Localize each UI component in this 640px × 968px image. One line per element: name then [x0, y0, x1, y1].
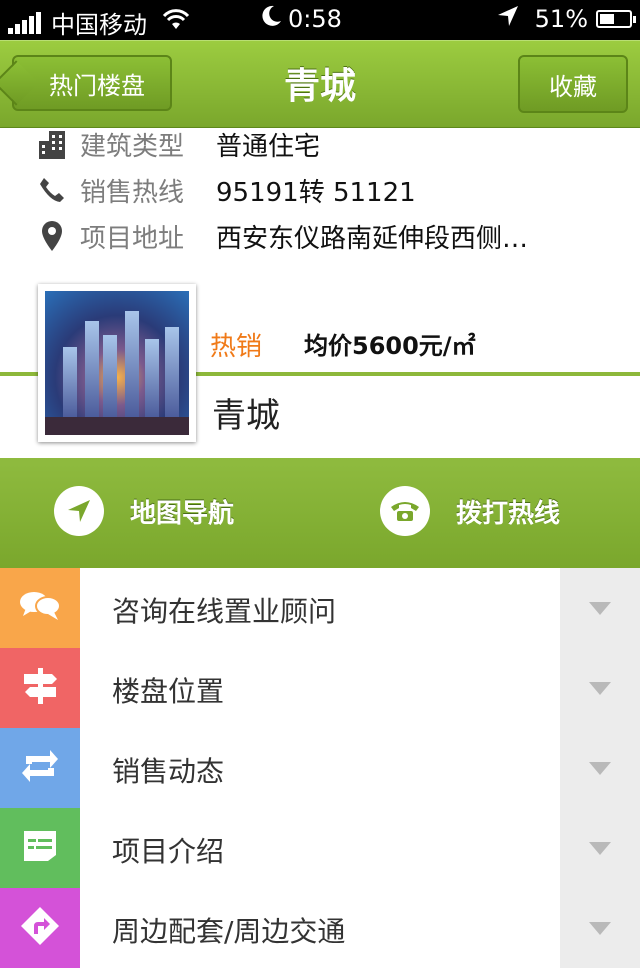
- info-label: 项目地址: [80, 223, 185, 254]
- carrier-name: 中国移动: [51, 11, 147, 39]
- location-pin-icon: [36, 220, 68, 252]
- menu-icon-tile: [0, 648, 80, 728]
- favorite-button[interactable]: 收藏: [518, 55, 628, 113]
- expand-toggle[interactable]: [560, 648, 640, 728]
- property-info-card: 建筑类型 普通住宅 销售热线 95191转 51121 项目地址 西安东仪路南延…: [0, 128, 640, 458]
- back-button[interactable]: 热门楼盘: [12, 55, 172, 111]
- menu-item-label: 咨询在线置业顾问: [112, 595, 337, 628]
- wifi-icon: [161, 8, 191, 37]
- direction-turn-icon: [20, 906, 60, 950]
- moon-icon: [262, 5, 282, 33]
- battery-icon: [596, 10, 636, 28]
- average-price: 均价5600元/㎡: [304, 332, 476, 360]
- status-right: 51%: [497, 5, 636, 33]
- phone-icon: [36, 174, 68, 206]
- chevron-down-icon: [589, 681, 611, 695]
- menu-item-location[interactable]: 楼盘位置: [0, 648, 640, 728]
- menu-icon-tile: [0, 888, 80, 968]
- menu-item-label: 楼盘位置: [112, 675, 225, 708]
- menu-icon-tile: [0, 808, 80, 888]
- document-card-icon: [20, 829, 60, 867]
- expand-toggle[interactable]: [560, 568, 640, 648]
- menu-item-label: 项目介绍: [112, 835, 225, 868]
- signal-strength-icon: [8, 11, 43, 34]
- detail-menu: 咨询在线置业顾问 楼盘位置 销售动态 项目介绍 周边配套/周边交通: [0, 568, 640, 968]
- map-navigation-button[interactable]: 地图导航: [54, 486, 234, 536]
- project-thumbnail[interactable]: [38, 284, 196, 442]
- call-hotline-button[interactable]: 拨打热线: [380, 486, 560, 536]
- expand-toggle[interactable]: [560, 728, 640, 808]
- telephone-icon: [380, 486, 430, 536]
- chevron-down-icon: [589, 841, 611, 855]
- project-name: 青城: [212, 396, 280, 436]
- info-value: 95191转 51121: [216, 177, 416, 208]
- map-navigation-label: 地图导航: [130, 498, 235, 529]
- chevron-down-icon: [589, 921, 611, 935]
- menu-item-consult-advisor[interactable]: 咨询在线置业顾问: [0, 568, 640, 648]
- call-hotline-label: 拨打热线: [456, 498, 561, 529]
- expand-toggle[interactable]: [560, 808, 640, 888]
- back-button-label: 热门楼盘: [49, 71, 145, 100]
- sales-status-badge: 热销: [210, 332, 263, 362]
- signpost-icon: [20, 666, 60, 710]
- status-center: 0:58: [262, 5, 342, 33]
- clock: 0:58: [288, 5, 342, 33]
- building-icon: [36, 128, 68, 160]
- menu-item-label: 周边配套/周边交通: [112, 915, 346, 948]
- chevron-down-icon: [589, 761, 611, 775]
- chat-bubbles-icon: [18, 588, 62, 628]
- info-value: 西安东仪路南延伸段西侧…: [216, 223, 529, 254]
- info-label: 建筑类型: [80, 131, 185, 162]
- menu-icon-tile: [0, 568, 80, 648]
- menu-icon-tile: [0, 728, 80, 808]
- action-bar: 地图导航 拨打热线: [0, 458, 640, 568]
- status-left: 中国移动: [8, 5, 191, 40]
- battery-fill: [600, 14, 614, 24]
- page-title: 青城: [283, 66, 356, 107]
- info-row-sales-hotline[interactable]: 销售热线 95191转 51121: [36, 170, 416, 210]
- menu-item-surroundings[interactable]: 周边配套/周边交通: [0, 888, 640, 968]
- favorite-button-label: 收藏: [549, 72, 597, 101]
- info-row-address: 项目地址 西安东仪路南延伸段西侧…: [36, 216, 528, 256]
- navigation-bar: 热门楼盘 青城 收藏: [0, 40, 640, 128]
- menu-item-label: 销售动态: [112, 755, 225, 788]
- refresh-arrows-icon: [20, 748, 60, 788]
- project-image: [45, 291, 189, 435]
- info-row-building-type: 建筑类型 普通住宅: [36, 124, 320, 164]
- expand-toggle[interactable]: [560, 888, 640, 968]
- menu-item-project-intro[interactable]: 项目介绍: [0, 808, 640, 888]
- location-arrow-icon: [497, 5, 519, 33]
- status-bar: 中国移动 0:58 51%: [0, 0, 640, 40]
- info-value: 普通住宅: [216, 131, 321, 162]
- navigation-arrow-icon: [54, 486, 104, 536]
- battery-percent: 51%: [534, 5, 588, 33]
- info-label: 销售热线: [80, 177, 185, 208]
- chevron-down-icon: [589, 601, 611, 615]
- menu-item-sales-news[interactable]: 销售动态: [0, 728, 640, 808]
